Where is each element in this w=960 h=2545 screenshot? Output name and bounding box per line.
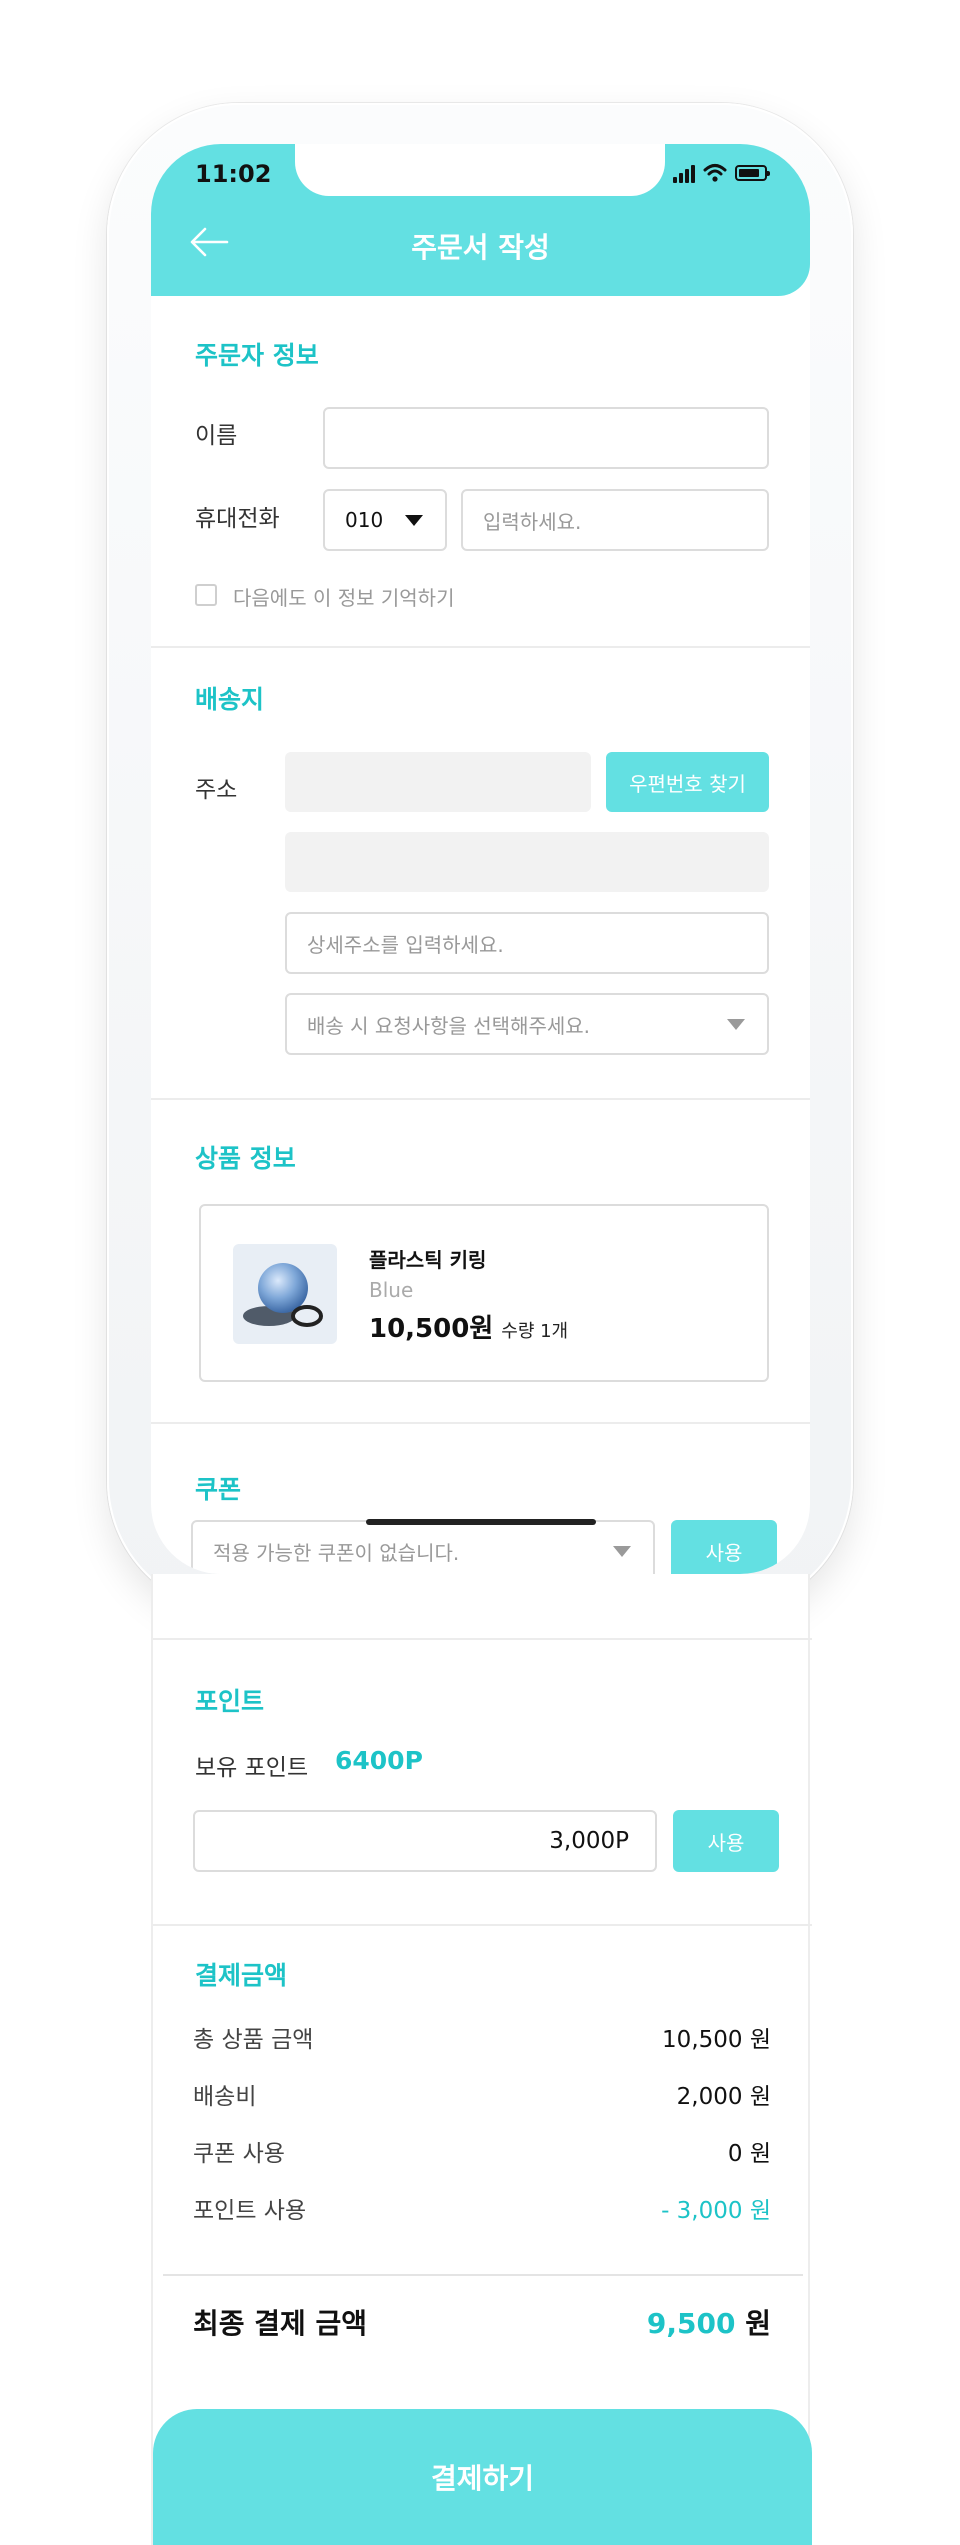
owned-points-value: 6400P xyxy=(335,1746,423,1775)
chevron-down-icon xyxy=(727,1018,745,1030)
summary-row-coupon: 쿠폰 사용 0 원 xyxy=(193,2134,771,2168)
phone-number-input[interactable]: 입력하세요. xyxy=(461,489,769,551)
product-section-title: 상품 정보 xyxy=(195,1144,296,1173)
coupon-section-title: 쿠폰 xyxy=(195,1475,242,1504)
remember-label: 다음에도 이 정보 기억하기 xyxy=(233,586,455,610)
summary-label: 배송비 xyxy=(193,2084,257,2110)
summary-label: 포인트 사용 xyxy=(193,2198,307,2224)
product-thumbnail xyxy=(233,1244,337,1344)
app-header: 11:02 주문서 작성 xyxy=(151,144,810,296)
summary-value-discount: - 3,000 원 xyxy=(661,2198,771,2224)
status-time: 11:02 xyxy=(195,160,272,188)
phone-prefix-value: 010 xyxy=(345,508,384,532)
wifi-icon xyxy=(703,164,727,182)
summary-row-shipping: 배송비 2,000 원 xyxy=(193,2077,771,2111)
owned-points-label: 보유 포인트 xyxy=(195,1755,309,1781)
home-indicator xyxy=(366,1519,596,1525)
coupon-placeholder: 적용 가능한 쿠폰이 없습니다. xyxy=(213,1540,460,1565)
find-postcode-button[interactable]: 우편번호 찾기 xyxy=(606,752,769,812)
final-amount: 9,500 원 xyxy=(647,2302,771,2342)
summary-value: 2,000 원 xyxy=(676,2084,771,2110)
final-amount-label: 최종 결제 금액 xyxy=(193,2307,368,2340)
final-amount-row: 최종 결제 금액 9,500 원 xyxy=(193,2302,771,2342)
orderer-section-title: 주문자 정보 xyxy=(195,341,319,370)
detail-address-input[interactable]: 상세주소를 입력하세요. xyxy=(285,912,769,974)
address-label: 주소 xyxy=(195,777,238,803)
delivery-request-placeholder: 배송 시 요청사항을 선택해주세요. xyxy=(307,1013,591,1038)
divider xyxy=(153,1924,812,1926)
name-input[interactable] xyxy=(323,407,769,469)
battery-icon xyxy=(735,165,770,181)
payment-section-title: 결제금액 xyxy=(195,1961,288,1990)
delivery-request-select[interactable]: 배송 시 요청사항을 선택해주세요. xyxy=(285,993,769,1055)
remember-checkbox[interactable] xyxy=(195,584,217,606)
summary-label: 쿠폰 사용 xyxy=(193,2141,285,2167)
divider xyxy=(151,646,810,648)
phone-label: 휴대전화 xyxy=(195,506,280,532)
summary-value: 10,500 원 xyxy=(662,2027,771,2053)
page-title: 주문서 작성 xyxy=(411,231,550,264)
divider xyxy=(163,2274,803,2276)
coupon-select[interactable]: 적용 가능한 쿠폰이 없습니다. xyxy=(191,1520,655,1574)
product-card: 플라스틱 키링 Blue 10,500원 수량 1개 xyxy=(199,1204,769,1382)
final-amount-value: 9,500 xyxy=(646,2307,736,2340)
chevron-down-icon xyxy=(405,514,423,526)
pay-button[interactable]: 결제하기 xyxy=(153,2409,812,2545)
postcode-field xyxy=(285,752,591,812)
summary-row-total: 총 상품 금액 10,500 원 xyxy=(193,2020,771,2054)
product-option: Blue xyxy=(369,1278,414,1302)
product-name: 플라스틱 키링 xyxy=(369,1248,487,1272)
chevron-down-icon xyxy=(613,1545,631,1557)
lower-page: 포인트 보유 포인트 6400P 3,000P 사용 결제금액 총 상품 금액 … xyxy=(151,1574,812,2545)
signal-icon xyxy=(673,163,695,183)
coupon-apply-button[interactable]: 사용 xyxy=(671,1520,777,1574)
product-price: 10,500원 xyxy=(369,1314,494,1344)
divider xyxy=(153,1638,812,1640)
phone-prefix-select[interactable]: 010 xyxy=(323,489,447,551)
summary-label: 총 상품 금액 xyxy=(193,2027,314,2053)
notch xyxy=(295,144,665,196)
points-apply-button[interactable]: 사용 xyxy=(673,1810,779,1872)
points-section-title: 포인트 xyxy=(195,1687,265,1716)
summary-value: 0 원 xyxy=(727,2141,771,2167)
points-input[interactable]: 3,000P xyxy=(193,1810,657,1872)
status-icons xyxy=(673,162,770,184)
product-quantity: 수량 1개 xyxy=(501,1321,569,1342)
divider xyxy=(151,1098,810,1100)
divider xyxy=(151,1422,810,1424)
name-label: 이름 xyxy=(195,423,238,449)
keyring-image xyxy=(243,1263,323,1327)
address-field xyxy=(285,832,769,892)
summary-row-points: 포인트 사용 - 3,000 원 xyxy=(193,2191,771,2225)
phone-screen: 11:02 주문서 작성 주문자 정보 이름 휴대전화 010 입력하세요. 다… xyxy=(151,144,810,1574)
shipping-section-title: 배송지 xyxy=(195,685,265,714)
product-price-row: 10,500원 수량 1개 xyxy=(369,1308,568,1345)
final-amount-unit: 원 xyxy=(745,2307,771,2340)
